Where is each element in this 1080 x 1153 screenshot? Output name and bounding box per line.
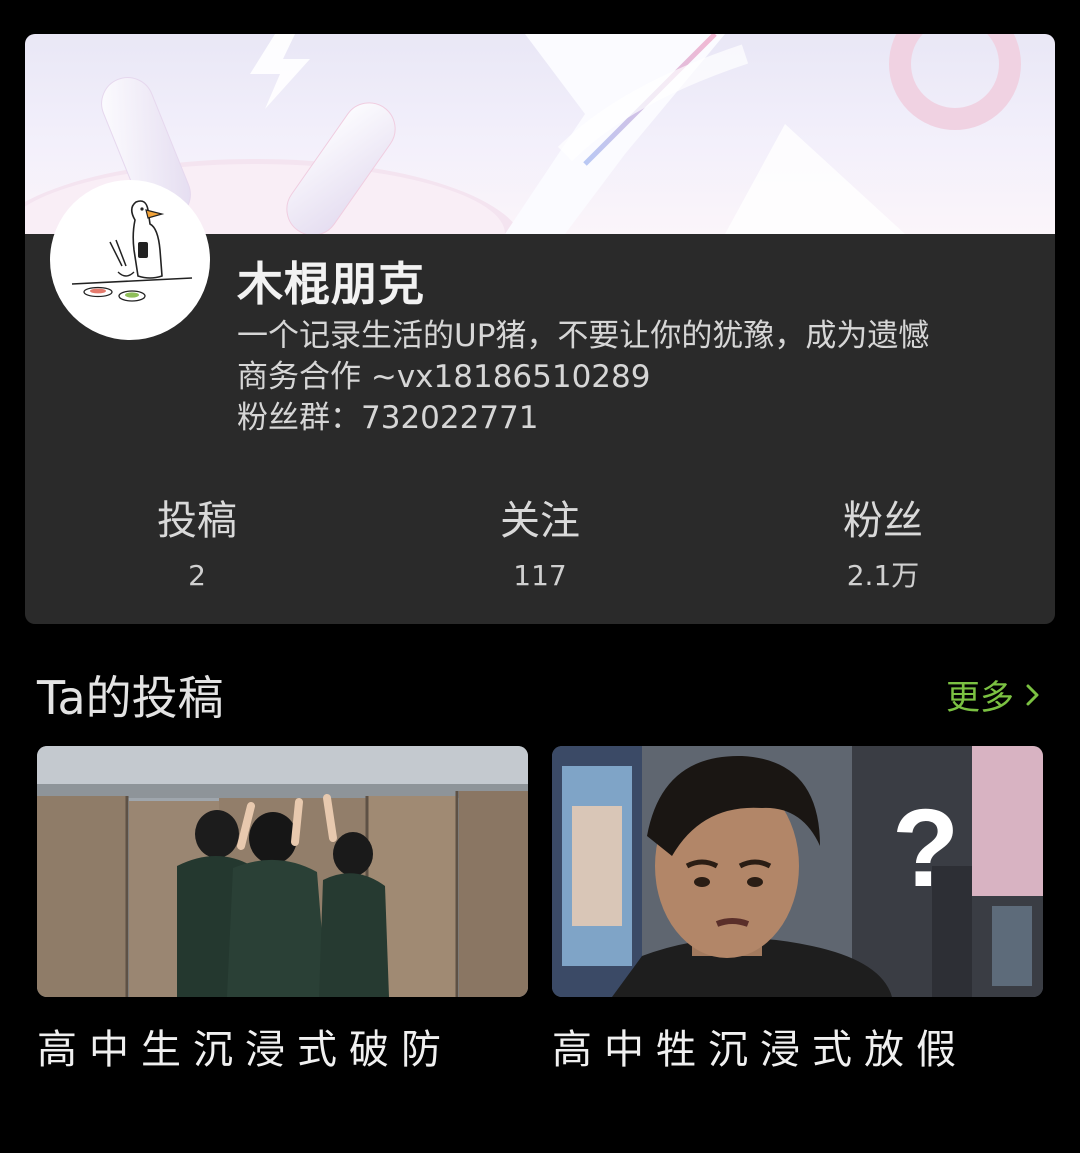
stat-value: 117 bbox=[513, 559, 567, 592]
stat-posts[interactable]: 投稿 2 bbox=[87, 496, 307, 593]
bio-line: 粉丝群：732022771 bbox=[237, 400, 539, 436]
section-title: Ta的投稿 bbox=[37, 671, 224, 725]
stat-label: 关注 bbox=[500, 498, 580, 544]
video-thumbnail[interactable]: ? bbox=[552, 746, 1043, 997]
video-card[interactable]: 高中生沉浸式破防 bbox=[37, 746, 528, 1075]
stat-fans[interactable]: 粉丝 2.1万 bbox=[773, 496, 993, 593]
bio-line: 商务合作 ~vx18186510289 bbox=[237, 359, 651, 395]
username: 木棍朋克 bbox=[237, 257, 425, 311]
stat-label: 投稿 bbox=[157, 498, 237, 544]
chevron-right-icon bbox=[1026, 684, 1039, 705]
video-card[interactable]: ? 高中牲沉浸式放假 bbox=[552, 746, 1043, 1075]
svg-text:?: ? bbox=[892, 787, 959, 910]
stat-label: 粉丝 bbox=[843, 498, 923, 544]
bio-line: 一个记录生活的UP猪，不要让你的犹豫，成为遗憾 bbox=[237, 318, 930, 354]
more-link[interactable]: 更多 bbox=[946, 670, 1042, 719]
stat-value: 2.1万 bbox=[846, 559, 920, 592]
avatar[interactable] bbox=[50, 180, 210, 340]
video-title[interactable]: 高中牲沉浸式放假 bbox=[552, 1017, 1043, 1075]
video-thumbnail[interactable] bbox=[37, 746, 528, 997]
stat-following[interactable]: 关注 117 bbox=[430, 496, 650, 593]
video-title[interactable]: 高中生沉浸式破防 bbox=[37, 1017, 528, 1075]
profile-card: 木棍朋克 一个记录生活的UP猪，不要让你的犹豫，成为遗憾 商务合作 ~vx181… bbox=[25, 34, 1055, 624]
stat-value: 2 bbox=[188, 559, 206, 592]
more-label: 更多 bbox=[946, 678, 1014, 718]
